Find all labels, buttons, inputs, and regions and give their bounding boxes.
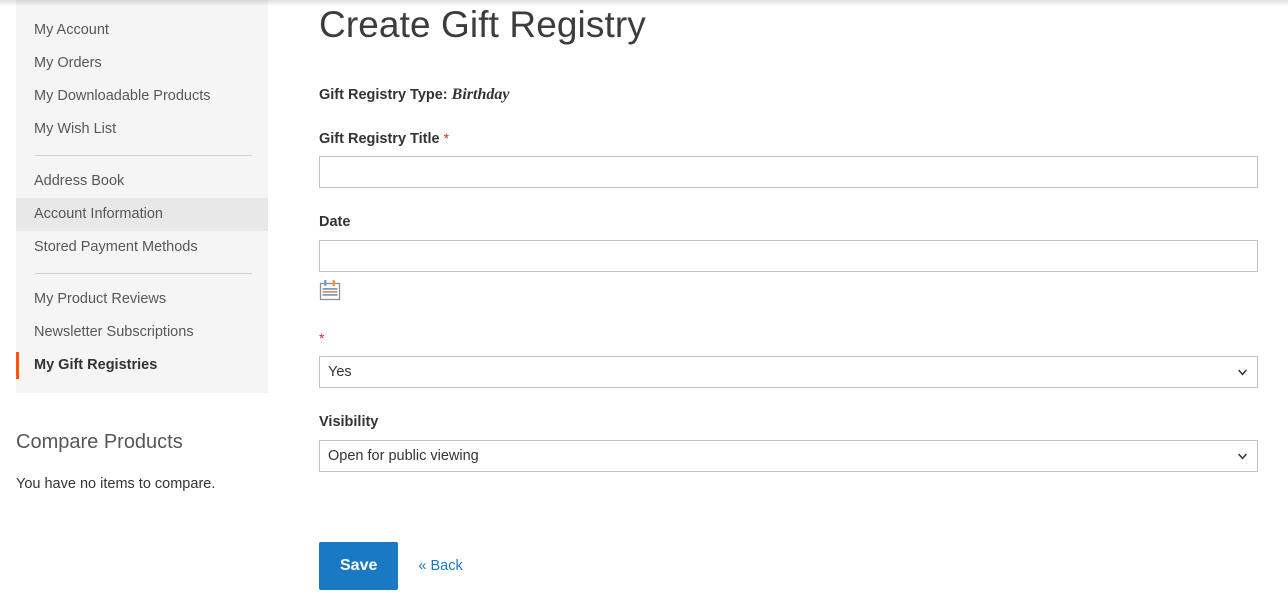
sidebar-divider [35,273,252,274]
form-actions: Save « Back [319,542,1259,591]
back-link[interactable]: « Back [418,558,462,574]
sidebar-item-label: Newsletter Subscriptions [34,324,194,340]
sidebar-item-newsletter-subscriptions[interactable]: Newsletter Subscriptions [16,316,268,349]
account-sidebar-nav: My Account My Orders My Downloadable Pro… [16,0,268,393]
required-asterisk: * [443,130,450,147]
date-label: Date [319,214,1259,232]
date-input[interactable] [319,240,1258,273]
label-text: Gift Registry Title [319,131,440,148]
calendar-icon[interactable] [319,279,341,301]
sidebar-item-label: My Gift Registries [34,357,158,373]
sidebar-item-label: Account Information [34,206,163,222]
sidebar-item-label: My Orders [34,55,102,71]
compare-products-empty-message: You have no items to compare. [16,476,216,492]
sidebar-item-label: My Downloadable Products [34,88,211,104]
sidebar-item-label: My Product Reviews [34,291,167,307]
page-title: Create Gift Registry [319,4,646,45]
sidebar-item-my-wish-list[interactable]: My Wish List [16,113,268,146]
sidebar-item-label: My Wish List [34,121,117,137]
sidebar-item-my-orders[interactable]: My Orders [16,47,268,80]
field-visibility: Visibility Open for public viewing [319,414,1259,473]
sidebar-divider [35,155,252,156]
unnamed-select[interactable]: Yes [319,356,1258,389]
required-asterisk: * [319,330,325,347]
sidebar-item-my-downloadable-products[interactable]: My Downloadable Products [16,80,268,113]
save-button[interactable]: Save [319,542,399,591]
gift-registry-title-input[interactable] [319,156,1258,189]
unnamed-select-label: * [319,330,1259,348]
gift-registry-type-value: Birthday [451,86,510,104]
sidebar-item-account-information[interactable]: Account Information [16,198,268,231]
gift-registry-title-label: Gift Registry Title * [319,130,1259,148]
compare-products-block: Compare Products You have no items to co… [16,430,268,492]
visibility-label: Visibility [319,414,1259,432]
sidebar-item-stored-payment-methods[interactable]: Stored Payment Methods [16,231,268,264]
sidebar-item-my-account[interactable]: My Account [16,14,268,47]
compare-products-title: Compare Products [16,431,183,453]
sidebar-group-2: Address Book Account Information Stored … [16,165,268,264]
gift-registry-type-line: Gift Registry Type: Birthday [319,86,1259,104]
gift-registry-type-label: Gift Registry Type: [319,87,448,104]
sidebar-item-label: My Account [34,22,109,38]
sidebar-item-label: Address Book [34,173,125,189]
sidebar-item-my-product-reviews[interactable]: My Product Reviews [16,283,268,316]
visibility-select-wrapper: Open for public viewing [319,440,1258,473]
label-text: Date [319,214,351,231]
main-content: Create Gift Registry Gift Registry Type:… [319,0,1259,591]
unnamed-select-wrapper: Yes [319,356,1258,389]
field-date: Date [319,214,1259,304]
sidebar-group-1: My Account My Orders My Downloadable Pro… [16,14,268,146]
sidebar-item-my-gift-registries[interactable]: My Gift Registries [16,349,268,382]
visibility-select[interactable]: Open for public viewing [319,440,1258,473]
sidebar-group-3: My Product Reviews Newsletter Subscripti… [16,283,268,382]
account-page: My Account My Orders My Downloadable Pro… [0,0,1288,595]
sidebar-item-address-book[interactable]: Address Book [16,165,268,198]
field-gift-registry-title: Gift Registry Title * [319,130,1259,189]
label-text: Visibility [319,414,379,431]
field-unnamed-required-select: * Yes [319,330,1259,389]
sidebar-item-label: Stored Payment Methods [34,239,198,255]
